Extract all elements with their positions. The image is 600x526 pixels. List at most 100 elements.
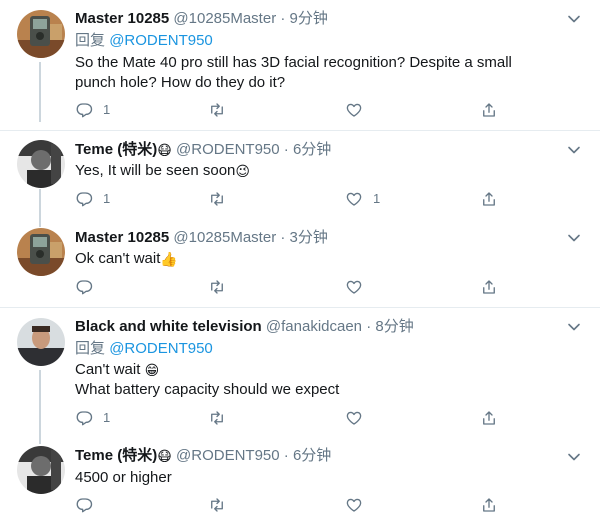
separator-dot: · — [280, 10, 286, 27]
share-button[interactable] — [480, 495, 498, 515]
like-button[interactable] — [345, 495, 373, 515]
tweet-text: Yes, It will be seen soon😉 — [75, 161, 575, 181]
tweet[interactable]: Teme (特米)😷 @RODENT950 · 6分钟 Yes, It will… — [0, 131, 600, 227]
retweet-icon — [211, 411, 223, 425]
display-name[interactable]: Teme (特米) — [75, 447, 157, 464]
share-icon — [483, 411, 495, 425]
grin-emoji: 😁 — [144, 362, 160, 378]
tweet-header: Master 10285 @10285Master · 9分钟 — [75, 9, 328, 29]
retweet-button[interactable] — [208, 277, 236, 297]
tweet-text: Can't wait 😁 What battery capacity shoul… — [75, 360, 575, 400]
separator-dot: · — [366, 318, 372, 335]
retweet-button[interactable] — [208, 100, 236, 120]
like-button[interactable] — [345, 408, 373, 428]
share-icon — [483, 192, 495, 206]
tweet-actions — [75, 495, 575, 515]
share-button[interactable] — [480, 100, 498, 120]
mask-emoji: 😷 — [157, 448, 172, 464]
tweet-actions — [75, 277, 575, 297]
reply-prefix: 回复 — [75, 32, 106, 49]
reply-icon — [76, 498, 93, 513]
tweet-header: Teme (特米)😷 @RODENT950 · 6分钟 — [75, 446, 331, 466]
replying-to: 回复 @RODENT950 — [75, 339, 213, 359]
like-button[interactable] — [345, 277, 373, 297]
like-button[interactable]: 1 — [345, 189, 380, 209]
chevron-down-icon[interactable] — [567, 143, 581, 157]
tweet[interactable]: Teme (特米)😷 @RODENT950 · 6分钟 4500 or high… — [0, 436, 600, 526]
share-icon — [483, 498, 495, 512]
tweet-text-line: What battery capacity should we expect — [75, 381, 340, 398]
like-icon — [346, 103, 362, 117]
avatar[interactable] — [17, 140, 65, 188]
reply-icon — [76, 192, 93, 207]
mention-link[interactable]: @RODENT950 — [109, 32, 213, 49]
tweet-header: Black and white television @fanakidcaen … — [75, 317, 414, 337]
tweet-actions: 1 1 — [75, 189, 575, 209]
retweet-icon — [211, 498, 223, 512]
retweet-button[interactable] — [208, 495, 236, 515]
thread-line — [39, 62, 41, 122]
timestamp[interactable]: 6分钟 — [293, 141, 331, 158]
replying-to: 回复 @RODENT950 — [75, 31, 213, 51]
retweet-button[interactable] — [208, 408, 236, 428]
separator-dot: · — [280, 229, 286, 246]
avatar[interactable] — [17, 318, 65, 366]
share-button[interactable] — [480, 189, 498, 209]
reply-icon — [76, 280, 93, 295]
reply-prefix: 回复 — [75, 340, 106, 357]
tweet-text: 4500 or higher — [75, 468, 575, 488]
reply-button[interactable] — [75, 277, 103, 297]
like-icon — [346, 498, 362, 512]
reply-count: 1 — [103, 102, 111, 117]
retweet-button[interactable] — [208, 189, 236, 209]
user-handle[interactable]: @RODENT950 — [176, 447, 280, 464]
retweet-icon — [211, 192, 223, 206]
chevron-down-icon[interactable] — [567, 12, 581, 26]
user-handle[interactable]: @10285Master — [173, 229, 276, 246]
retweet-icon — [211, 103, 223, 117]
reply-button[interactable] — [75, 495, 103, 515]
like-icon — [346, 280, 362, 294]
tweet-actions: 1 — [75, 100, 575, 120]
timestamp[interactable]: 3分钟 — [290, 229, 328, 246]
tweet-text-line: So the Mate 40 pro still has 3D facial r… — [75, 54, 512, 71]
avatar[interactable] — [17, 10, 65, 58]
share-button[interactable] — [480, 277, 498, 297]
avatar[interactable] — [17, 228, 65, 276]
thumbs-up-emoji: 👍 — [160, 251, 178, 267]
display-name[interactable]: Master 10285 — [75, 229, 169, 246]
reply-icon — [76, 411, 93, 426]
user-handle[interactable]: @10285Master — [173, 10, 276, 27]
tweet-text: Ok can't wait👍 — [75, 249, 575, 269]
user-handle[interactable]: @RODENT950 — [176, 141, 280, 158]
tweet-text: So the Mate 40 pro still has 3D facial r… — [75, 53, 575, 93]
display-name[interactable]: Master 10285 — [75, 10, 169, 27]
user-handle[interactable]: @fanakidcaen — [266, 318, 362, 335]
tweet[interactable]: Master 10285 @10285Master · 9分钟 回复 @RODE… — [0, 0, 600, 130]
reply-button[interactable]: 1 — [75, 100, 110, 120]
display-name[interactable]: Teme (特米) — [75, 141, 157, 158]
tweet-text-line: Ok can't wait — [75, 250, 161, 267]
chevron-down-icon[interactable] — [567, 450, 581, 464]
reply-button[interactable]: 1 — [75, 408, 110, 428]
timestamp[interactable]: 6分钟 — [293, 447, 331, 464]
tweet-header: Teme (特米)😷 @RODENT950 · 6分钟 — [75, 140, 331, 160]
tweet-text-line: punch hole? How do they do it? — [75, 74, 286, 91]
chevron-down-icon[interactable] — [567, 231, 581, 245]
reply-icon — [76, 103, 93, 118]
avatar[interactable] — [17, 446, 65, 494]
timestamp[interactable]: 9分钟 — [290, 10, 328, 27]
tweet[interactable]: Black and white television @fanakidcaen … — [0, 308, 600, 444]
tweet-actions: 1 — [75, 408, 575, 428]
mention-link[interactable]: @RODENT950 — [109, 340, 213, 357]
thread-line — [39, 370, 41, 444]
reply-button[interactable]: 1 — [75, 189, 110, 209]
chevron-down-icon[interactable] — [567, 320, 581, 334]
tweet-text-line: Yes, It will be seen soon — [75, 162, 236, 179]
tweet[interactable]: Master 10285 @10285Master · 3分钟 Ok can't… — [0, 219, 600, 307]
display-name[interactable]: Black and white television — [75, 318, 262, 335]
like-button[interactable] — [345, 100, 373, 120]
timestamp[interactable]: 8分钟 — [375, 318, 413, 335]
tweet-text-line: 4500 or higher — [75, 469, 172, 486]
share-button[interactable] — [480, 408, 498, 428]
